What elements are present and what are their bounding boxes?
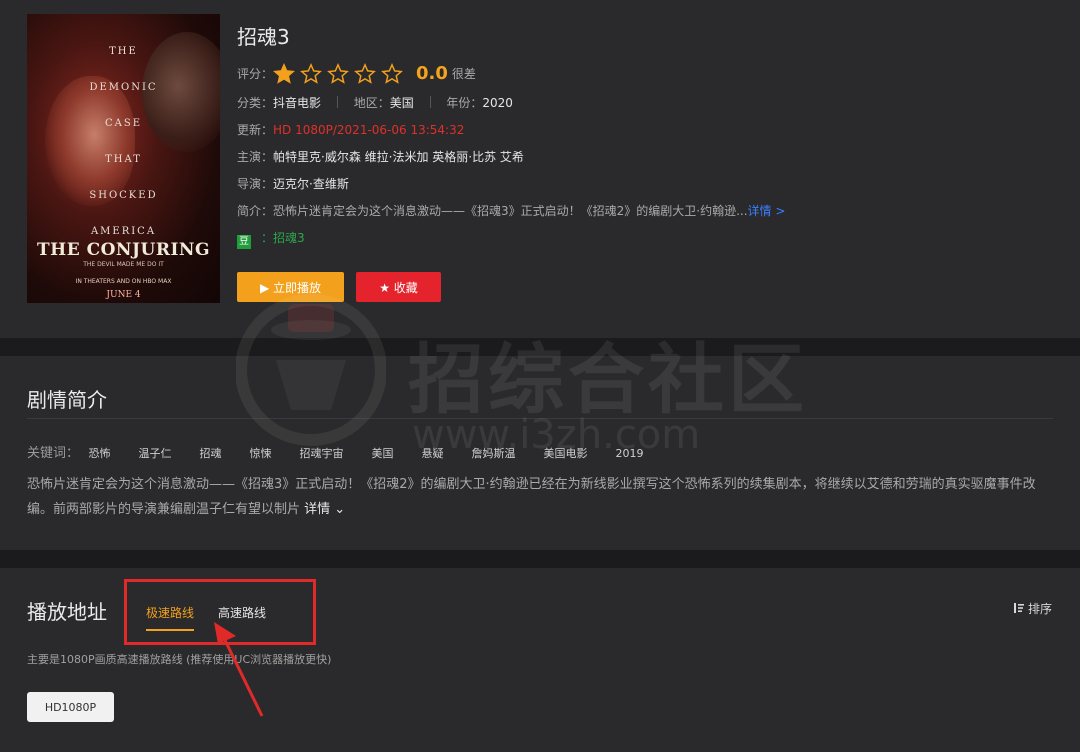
rating-stars[interactable]: [273, 63, 408, 85]
douban-row: 豆 ：招魂3: [237, 225, 1057, 252]
divider: [336, 96, 338, 108]
poster-date: JUNE 4: [106, 290, 141, 300]
route-note: 主要是1080P画质高速播放路线 (推荐使用UC浏览器播放更快): [27, 653, 332, 666]
year-label: 年份：: [446, 96, 483, 110]
star-icon[interactable]: [300, 63, 322, 85]
keywords-label: 关键词：: [27, 446, 80, 461]
poster-tagline-6: AMERICA: [90, 226, 157, 237]
rating-row: 评分： 0.0 很差: [237, 58, 1057, 90]
meta-row: 分类：抖音电影 地区：美国 年份：2020: [237, 90, 1057, 117]
poster-tagline-3: CASE: [104, 118, 143, 129]
rating-score: 0.0: [416, 63, 448, 84]
poster-tagline-4: THAT: [105, 154, 142, 165]
rating-text: 很差: [451, 67, 476, 81]
summary-more-link[interactable]: 详情 >: [748, 204, 786, 218]
poster-figure-woman: [45, 76, 135, 206]
play-now-button[interactable]: ▶ 立即播放: [237, 272, 344, 302]
poster-tagline-1: THE: [109, 46, 138, 57]
cast-label: 主演：: [237, 150, 274, 164]
summary-row: 简介：恐怖片迷肯定会为这个消息激动——《招魂3》正式启动！《招魂2》的编剧大卫·…: [237, 198, 1057, 225]
plot-section-title: 剧情简介: [27, 388, 107, 412]
region-label: 地区：: [353, 96, 390, 110]
douban-icon: 豆: [237, 235, 251, 249]
douban-link[interactable]: ：招魂3: [261, 231, 305, 245]
sort-label: 排序: [1027, 602, 1052, 616]
region-link[interactable]: 美国: [390, 96, 414, 110]
star-icon[interactable]: [327, 63, 349, 85]
keyword-link[interactable]: 2019: [616, 447, 644, 460]
keyword-link[interactable]: 招魂: [200, 447, 222, 460]
keyword-list: 关键词： 恐怖 温子仁 招魂 惊悚 招魂宇宙 美国 悬疑 詹妈斯温 美国电影 2019: [27, 442, 672, 461]
play-section-title: 播放地址: [27, 600, 107, 624]
poster-in-theaters: IN THEATERS AND ON HBO MAX: [75, 278, 172, 285]
episode-button[interactable]: HD1080P: [27, 692, 114, 722]
update-label: 更新：: [237, 123, 274, 137]
plot-more-link[interactable]: 详情 ⌄: [304, 502, 345, 517]
movie-poster[interactable]: THE DEMONIC CASE THAT SHOCKED AMERICA TH…: [27, 14, 220, 303]
cast-links[interactable]: 帕特里克·威尔森 维拉·法米加 英格丽·比苏 艾希: [273, 150, 524, 164]
divider: [27, 418, 1053, 419]
update-value: HD 1080P/2021-06-06 13:54:32: [273, 123, 465, 137]
keyword-link[interactable]: 詹妈斯温: [472, 447, 516, 460]
plot-panel: 剧情简介 关键词： 恐怖 温子仁 招魂 惊悚 招魂宇宙 美国 悬疑 詹妈斯温 美国电影 2019 …: [0, 356, 1080, 550]
keyword-link[interactable]: 美国电影: [544, 447, 588, 460]
rating-label: 评分：: [237, 67, 274, 81]
summary-text: 恐怖片迷肯定会为这个消息激动——《招魂3》正式启动！《招魂2》的编剧大卫·约翰逊…: [273, 204, 748, 218]
plot-description: 恐怖片迷肯定会为这个消息激动——《招魂3》正式启动！《招魂2》的编剧大卫·约翰逊…: [27, 472, 1053, 522]
movie-info-panel: THE DEMONIC CASE THAT SHOCKED AMERICA TH…: [0, 0, 1080, 338]
year-link[interactable]: 2020: [482, 96, 513, 110]
poster-logo: THE CONJURING: [37, 240, 210, 260]
divider: [429, 96, 431, 108]
annotation-highlight-box: [124, 579, 316, 645]
star-icon[interactable]: [273, 63, 295, 85]
movie-details: 招魂3 评分： 0.0 很差 分类：抖音电影 地区：美国 年份：2020 更新：…: [237, 22, 1057, 252]
movie-title: 招魂3: [237, 25, 290, 49]
poster-tagline-5: SHOCKED: [89, 190, 158, 201]
sort-button[interactable]: 排序: [1013, 600, 1052, 617]
category-link[interactable]: 抖音电影: [273, 96, 321, 110]
favorite-button[interactable]: ★ 收藏: [356, 272, 441, 302]
plot-description-text: 恐怖片迷肯定会为这个消息激动——《招魂3》正式启动！《招魂2》的编剧大卫·约翰逊…: [27, 477, 1036, 517]
keyword-link[interactable]: 温子仁: [139, 447, 172, 460]
keyword-link[interactable]: 惊悚: [250, 447, 272, 460]
director-row: 导演：迈克尔·查维斯: [237, 171, 1057, 198]
poster-logo-sub: THE DEVIL MADE ME DO IT: [83, 261, 164, 268]
keyword-link[interactable]: 悬疑: [422, 447, 444, 460]
director-label: 导演：: [237, 177, 274, 191]
director-link[interactable]: 迈克尔·查维斯: [273, 177, 349, 191]
keyword-link[interactable]: 恐怖: [89, 447, 111, 460]
keyword-link[interactable]: 美国: [372, 447, 394, 460]
summary-label: 简介：: [237, 204, 274, 218]
poster-tagline-2: DEMONIC: [89, 82, 158, 93]
category-label: 分类：: [237, 96, 274, 110]
star-icon[interactable]: [381, 63, 403, 85]
keyword-link[interactable]: 招魂宇宙: [300, 447, 344, 460]
star-icon[interactable]: [354, 63, 376, 85]
update-row: 更新：HD 1080P/2021-06-06 13:54:32: [237, 117, 1057, 144]
cast-row: 主演：帕特里克·威尔森 维拉·法米加 英格丽·比苏 艾希: [237, 144, 1057, 171]
sort-icon: [1013, 603, 1024, 613]
